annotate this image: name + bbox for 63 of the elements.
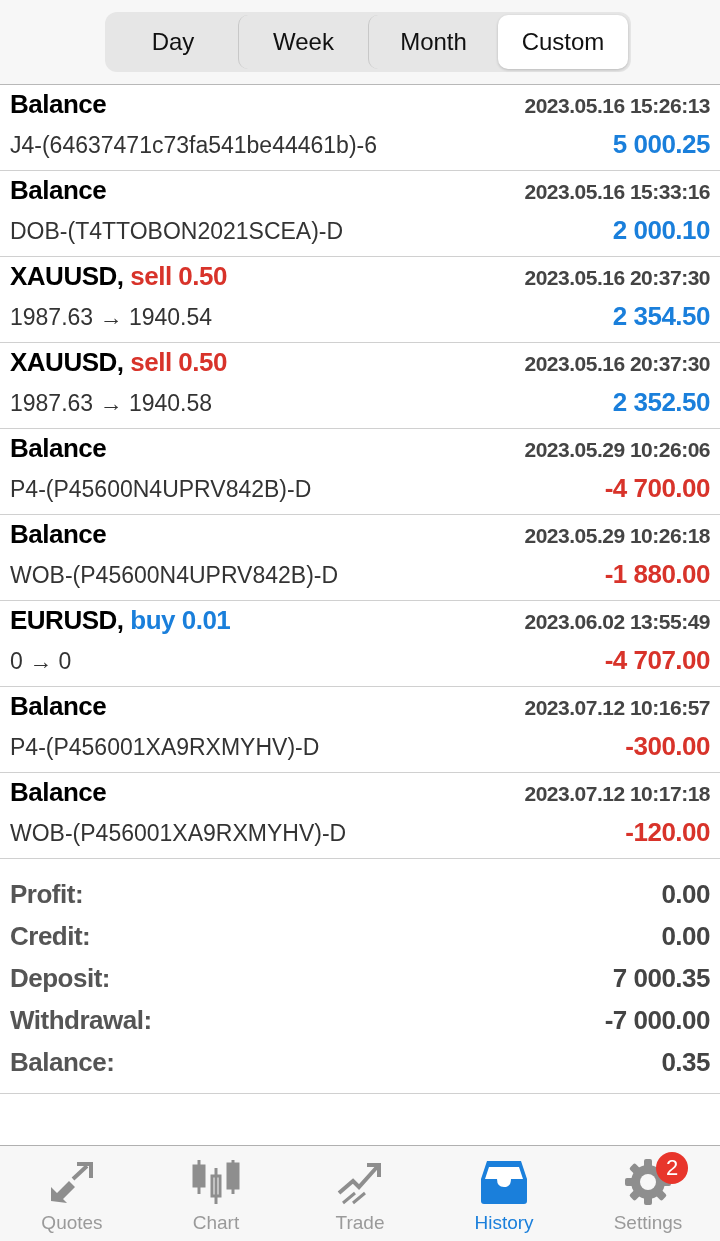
deal-time: 2023.05.16 20:37:30	[524, 352, 710, 376]
deal-comment: P4-(P456001XA9RXMYHV)-D	[10, 734, 320, 761]
deal-comment: P4-(P45600N4UPRV842B)-D	[10, 476, 312, 503]
candlestick-icon	[191, 1158, 241, 1206]
deal-title: EURUSD, buy 0.01	[10, 605, 231, 636]
deal-title: XAUUSD, sell 0.50	[10, 347, 227, 378]
deal-row[interactable]: Balance 2023.05.29 10:26:06 P4-(P45600N4UPRV842B)-D -4 700.00	[0, 429, 720, 515]
deal-amount: 2 352.50	[612, 387, 710, 418]
deal-row[interactable]: Balance 2023.05.29 10:26:18 WOB-(P45600N4UPRV842B)-D -1 880.00	[0, 515, 720, 601]
deal-time: 2023.05.16 15:33:16	[524, 180, 710, 204]
deal-row[interactable]: XAUUSD, sell 0.50 2023.05.16 20:37:30 1987.63 → 1940.54 2 354.50	[0, 257, 720, 343]
deal-time: 2023.06.02 13:55:49	[524, 610, 710, 634]
deal-amount: -1 880.00	[604, 559, 710, 590]
deal-title: Balance	[10, 691, 107, 722]
deal-amount: -120.00	[625, 817, 710, 848]
summary-value: 0.00	[661, 878, 710, 910]
deal-amount: -4 700.00	[604, 473, 710, 504]
summary-label: Withdrawal:	[10, 1004, 152, 1036]
deal-comment: J4-(64637471c73fa541be44461b)-6	[10, 132, 378, 159]
deal-amount: -4 707.00	[604, 645, 710, 676]
deal-time: 2023.05.29 10:26:06	[524, 438, 710, 462]
summary-value: 0.00	[661, 920, 710, 952]
deal-time: 2023.07.12 10:17:18	[524, 782, 710, 806]
deal-comment: WOB-(P456001XA9RXMYHV)-D	[10, 820, 347, 847]
deal-row[interactable]: Balance 2023.07.12 10:16:57 P4-(P456001XA9RXMYHV)-D -300.00	[0, 687, 720, 773]
deal-comment: 1987.63 → 1940.58	[10, 390, 213, 417]
summary-value: 7 000.35	[612, 962, 710, 994]
period-tab[interactable]: Day	[108, 15, 238, 69]
deal-comment: 0 → 0	[10, 648, 72, 675]
deal-amount: 2 000.10	[612, 215, 710, 246]
deal-title: Balance	[10, 777, 107, 808]
deal-title: XAUUSD, sell 0.50	[10, 261, 227, 292]
summary-value: 0.35	[661, 1046, 710, 1078]
deal-row[interactable]: XAUUSD, sell 0.50 2023.05.16 20:37:30 1987.63 → 1940.58 2 352.50	[0, 343, 720, 429]
deal-title: Balance	[10, 175, 107, 206]
deal-title: Balance	[10, 519, 107, 550]
deal-row[interactable]: Balance 2023.05.16 15:33:16 DOB-(T4TTOBON2021SCEA)-D 2 000.10	[0, 171, 720, 257]
deal-title: Balance	[10, 89, 107, 120]
deal-row[interactable]: Balance 2023.07.12 10:17:18 WOB-(P456001XA9RXMYHV)-D -120.00	[0, 773, 720, 859]
deal-amount: -300.00	[625, 731, 710, 762]
deal-comment: 1987.63 → 1940.54	[10, 304, 213, 331]
deal-row[interactable]: EURUSD, buy 0.01 2023.06.02 13:55:49 0 → 0 -4 707.00	[0, 601, 720, 687]
deal-time: 2023.07.12 10:16:57	[524, 696, 710, 720]
deal-time: 2023.05.29 10:26:18	[524, 524, 710, 548]
notification-badge: 2	[656, 1152, 688, 1184]
deal-amount: 2 354.50	[612, 301, 710, 332]
inbox-icon	[479, 1159, 529, 1205]
tab-bar-item[interactable]: 2 Settings	[576, 1146, 720, 1241]
period-tab[interactable]: Custom	[498, 15, 628, 69]
summary-label: Credit:	[10, 920, 91, 952]
period-tab[interactable]: Week	[238, 15, 368, 69]
summary-value: -7 000.00	[604, 1004, 710, 1036]
summary-label: Deposit:	[10, 962, 110, 994]
deal-comment: DOB-(T4TTOBON2021SCEA)-D	[10, 218, 344, 245]
deal-row[interactable]: Balance 2023.05.16 15:26:13 J4-(64637471c73fa541be44461b)-6 5 000.25	[0, 85, 720, 171]
tab-bar-item[interactable]: History	[432, 1146, 576, 1241]
deal-time: 2023.05.16 15:26:13	[524, 94, 710, 118]
deal-title: Balance	[10, 433, 107, 464]
deal-amount: 5 000.25	[612, 129, 710, 160]
summary-label: Profit:	[10, 878, 84, 910]
deal-time: 2023.05.16 20:37:30	[524, 266, 710, 290]
deal-comment: WOB-(P45600N4UPRV842B)-D	[10, 562, 339, 589]
summary-label: Balance:	[10, 1046, 115, 1078]
